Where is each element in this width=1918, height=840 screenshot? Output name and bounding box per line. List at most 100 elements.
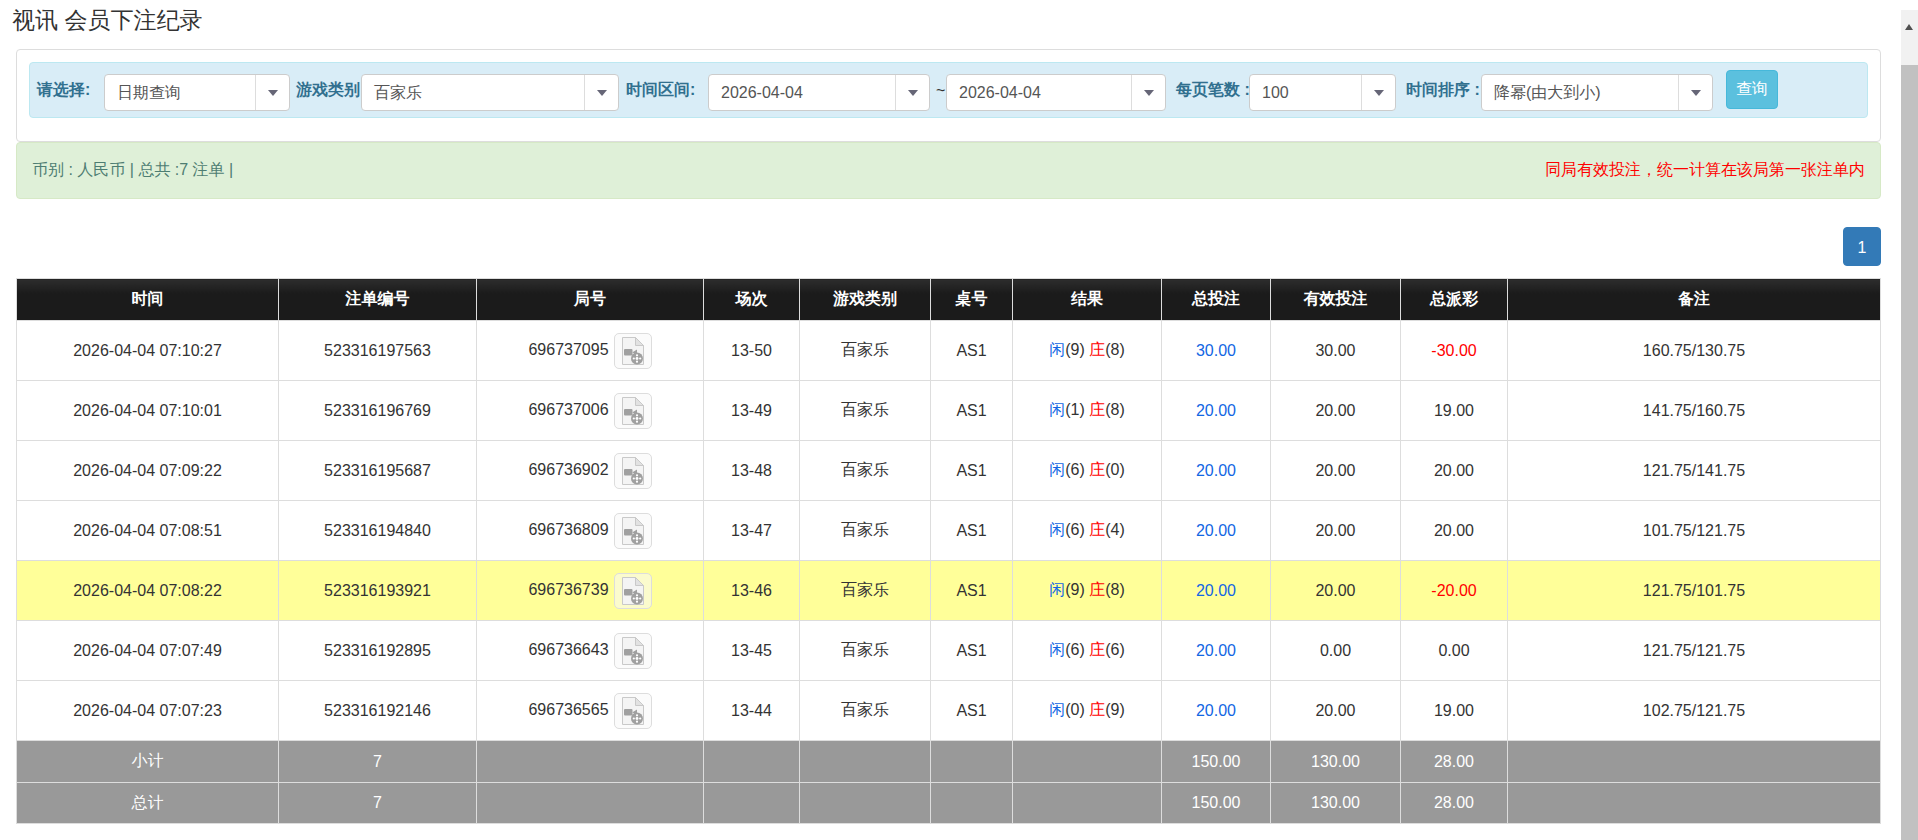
- cell-payout: 0.00: [1401, 621, 1508, 681]
- cell-bet-id: 523316193921: [279, 561, 477, 621]
- cell-valid-bet: 0.00: [1271, 621, 1401, 681]
- chevron-down-icon[interactable]: [895, 75, 929, 110]
- video-file-icon[interactable]: [614, 693, 652, 729]
- cell-payout: -20.00: [1401, 561, 1508, 621]
- bet-records-table: 时间注单编号局号场次游戏类别桌号结果总投注有效投注总派彩备注 2026-04-0…: [16, 278, 1881, 824]
- cell-bet-id: 523316197563: [279, 321, 477, 381]
- currency-summary: 币别 : 人民币 | 总共 :7 注单 |: [32, 160, 233, 181]
- table-row: 2026-04-04 07:10:27523316197563696737095…: [17, 321, 1881, 381]
- cell-session: 13-47: [704, 501, 800, 561]
- pagination: 1: [16, 227, 1881, 266]
- scrollbar-track[interactable]: [1901, 10, 1918, 840]
- chevron-down-icon[interactable]: [1678, 75, 1712, 110]
- query-button[interactable]: 查询: [1726, 70, 1778, 109]
- filter-bar: 请选择: 日期查询 游戏类别 百家乐 时间区间: 2026-04-04 ~ 20…: [29, 62, 1868, 118]
- footer-empty: [800, 741, 931, 783]
- cell-bet-id: 523316194840: [279, 501, 477, 561]
- date-to-value: 2026-04-04: [959, 75, 1041, 110]
- video-file-icon[interactable]: [614, 633, 652, 669]
- game-type-select[interactable]: 百家乐: [361, 74, 619, 111]
- cell-valid-bet: 20.00: [1271, 561, 1401, 621]
- column-header-4: 游戏类别: [800, 279, 931, 321]
- cell-round-id: 696736902: [477, 441, 704, 501]
- sort-select[interactable]: 降幂(由大到小): [1481, 74, 1713, 111]
- date-to-select[interactable]: 2026-04-04: [946, 74, 1166, 111]
- scrollbar[interactable]: [1901, 0, 1918, 840]
- table-row: 2026-04-04 07:08:22523316193921696736739…: [17, 561, 1881, 621]
- cell-session: 13-46: [704, 561, 800, 621]
- cell-game-type: 百家乐: [800, 621, 931, 681]
- footer-empty: [931, 783, 1013, 824]
- cell-payout: 19.00: [1401, 681, 1508, 741]
- cell-bet-id: 523316192146: [279, 681, 477, 741]
- footer-total-bet: 150.00: [1162, 783, 1271, 824]
- footer-empty: [477, 741, 704, 783]
- cell-game-type: 百家乐: [800, 381, 931, 441]
- footer-empty: [704, 783, 800, 824]
- cell-remark: 121.75/101.75: [1508, 561, 1881, 621]
- chevron-down-icon[interactable]: [1361, 75, 1395, 110]
- cell-bet-id: 523316195687: [279, 441, 477, 501]
- footer-empty: [1508, 783, 1881, 824]
- cell-table-no: AS1: [931, 321, 1013, 381]
- column-header-3: 场次: [704, 279, 800, 321]
- cell-time: 2026-04-04 07:10:01: [17, 381, 279, 441]
- filter-panel: 请选择: 日期查询 游戏类别 百家乐 时间区间: 2026-04-04 ~ 20…: [16, 49, 1881, 142]
- cell-result: 闲(6) 庄(4): [1013, 501, 1162, 561]
- cell-valid-bet: 20.00: [1271, 501, 1401, 561]
- footer-total-bet: 150.00: [1162, 741, 1271, 783]
- cell-result: 闲(9) 庄(8): [1013, 321, 1162, 381]
- column-header-9: 总派彩: [1401, 279, 1508, 321]
- query-type-select[interactable]: 日期查询: [104, 74, 290, 111]
- cell-remark: 121.75/121.75: [1508, 621, 1881, 681]
- column-header-6: 结果: [1013, 279, 1162, 321]
- cell-valid-bet: 20.00: [1271, 681, 1401, 741]
- cell-total-bet: 20.00: [1162, 621, 1271, 681]
- date-from-select[interactable]: 2026-04-04: [708, 74, 930, 111]
- cell-time: 2026-04-04 07:08:51: [17, 501, 279, 561]
- table-row: 2026-04-04 07:10:01523316196769696737006…: [17, 381, 1881, 441]
- cell-remark: 160.75/130.75: [1508, 321, 1881, 381]
- footer-empty: [931, 741, 1013, 783]
- cell-time: 2026-04-04 07:07:23: [17, 681, 279, 741]
- cell-remark: 101.75/121.75: [1508, 501, 1881, 561]
- video-file-icon[interactable]: [614, 453, 652, 489]
- cell-remark: 141.75/160.75: [1508, 381, 1881, 441]
- footer-empty: [1508, 741, 1881, 783]
- chevron-down-icon[interactable]: [584, 75, 618, 110]
- cell-session: 13-49: [704, 381, 800, 441]
- cell-table-no: AS1: [931, 621, 1013, 681]
- cell-result: 闲(9) 庄(8): [1013, 561, 1162, 621]
- page-1-button[interactable]: 1: [1843, 227, 1881, 266]
- video-file-icon[interactable]: [614, 513, 652, 549]
- video-file-icon[interactable]: [614, 393, 652, 429]
- footer-empty: [477, 783, 704, 824]
- cell-bet-id: 523316196769: [279, 381, 477, 441]
- cell-game-type: 百家乐: [800, 501, 931, 561]
- cell-table-no: AS1: [931, 441, 1013, 501]
- per-page-value: 100: [1262, 75, 1289, 110]
- cell-payout: 20.00: [1401, 501, 1508, 561]
- footer-label: 小计: [17, 741, 279, 783]
- summary-bar: 币别 : 人民币 | 总共 :7 注单 | 同局有效投注，统一计算在该局第一张注…: [16, 142, 1881, 199]
- date-from-value: 2026-04-04: [721, 75, 803, 110]
- cell-bet-id: 523316192895: [279, 621, 477, 681]
- cell-total-bet: 20.00: [1162, 441, 1271, 501]
- main-content: 请选择: 日期查询 游戏类别 百家乐 时间区间: 2026-04-04 ~ 20…: [16, 49, 1881, 824]
- query-type-value: 日期查询: [117, 75, 181, 110]
- cell-total-bet: 20.00: [1162, 681, 1271, 741]
- video-file-icon[interactable]: [614, 333, 652, 369]
- scroll-up-icon[interactable]: [1905, 24, 1913, 30]
- chevron-down-icon[interactable]: [255, 75, 289, 110]
- cell-round-id: 696736565: [477, 681, 704, 741]
- game-type-value: 百家乐: [374, 75, 422, 110]
- column-header-7: 总投注: [1162, 279, 1271, 321]
- per-page-select[interactable]: 100: [1249, 74, 1396, 111]
- video-file-icon[interactable]: [614, 573, 652, 609]
- time-range-label: 时间区间:: [626, 63, 695, 117]
- chevron-down-icon[interactable]: [1131, 75, 1165, 110]
- cell-result: 闲(1) 庄(8): [1013, 381, 1162, 441]
- scrollbar-thumb[interactable]: [1901, 65, 1918, 840]
- cell-result: 闲(6) 庄(6): [1013, 621, 1162, 681]
- cell-payout: 20.00: [1401, 441, 1508, 501]
